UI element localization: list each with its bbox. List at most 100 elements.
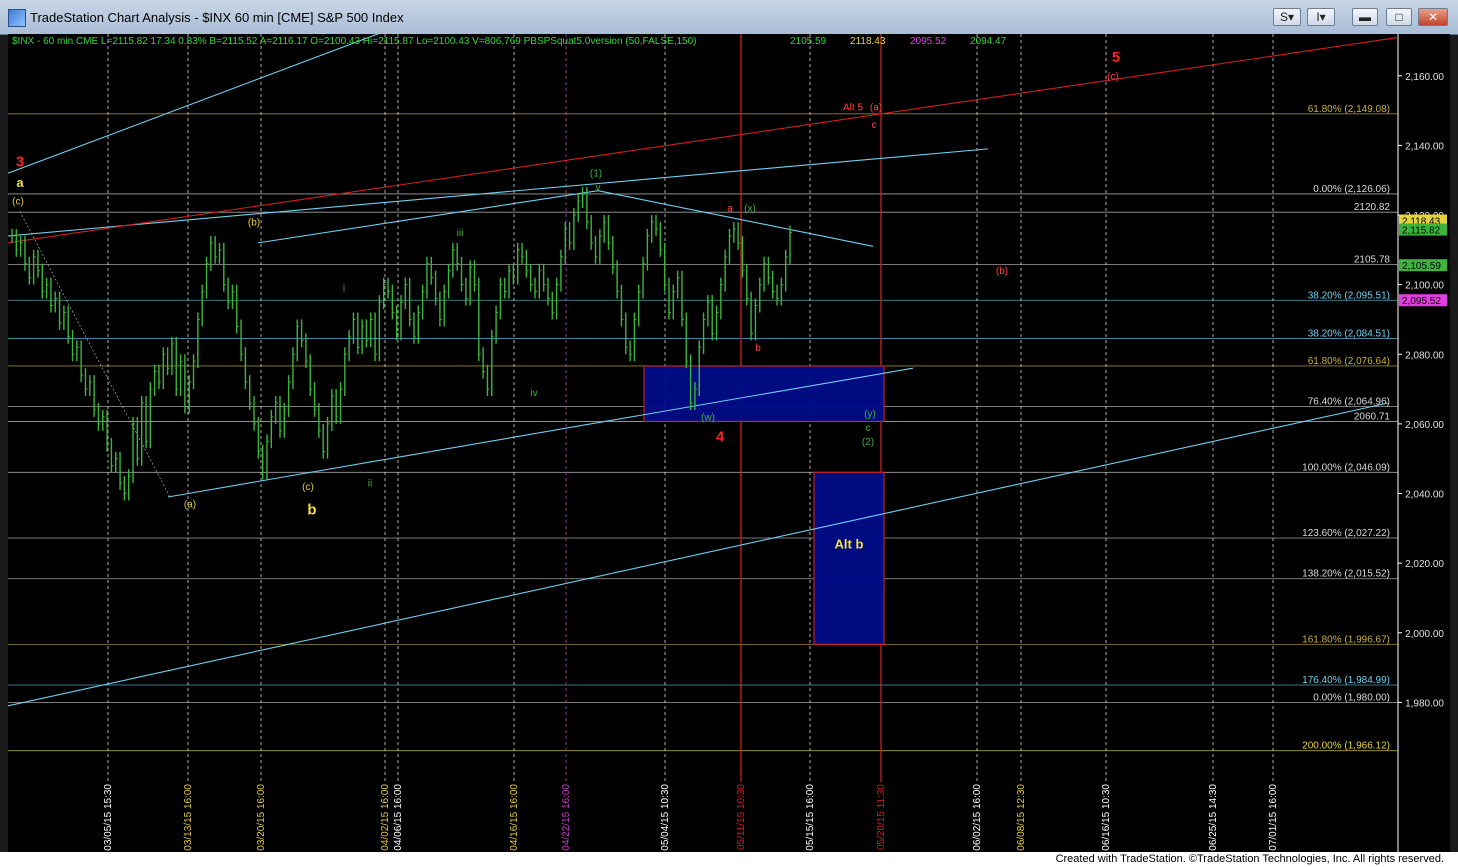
x-tick-label: 05/20/15 11:30 <box>876 784 887 850</box>
wave-label: (y) <box>864 409 876 420</box>
wave-label: a <box>727 204 733 215</box>
title-bar: TradeStation Chart Analysis - $INX 60 mi… <box>0 0 1458 35</box>
channel-line <box>8 34 380 174</box>
i-dropdown-button[interactable]: I▾ <box>1307 8 1335 26</box>
wave-label: (1) <box>590 169 602 180</box>
maximize-icon: □ <box>1395 10 1403 24</box>
wave-label: 5 <box>1112 49 1120 66</box>
y-tick-label: 2,080.00 <box>1405 350 1444 361</box>
channel-line <box>8 148 989 237</box>
y-tick-label: 2,140.00 <box>1405 141 1444 152</box>
x-tick-label: 03/20/15 16:00 <box>256 784 267 851</box>
y-tick-label: 2,060.00 <box>1405 420 1444 431</box>
wave-label: (w) <box>701 412 715 423</box>
x-tick-label: 06/02/15 16:00 <box>972 784 983 851</box>
price-series <box>11 187 792 501</box>
symbol-info-text: 2095.52 <box>910 36 947 47</box>
target-box <box>813 471 885 645</box>
y-tick-label: 2,100.00 <box>1405 281 1444 292</box>
wave-label: (c) <box>12 197 24 208</box>
wave-label: v <box>596 183 601 194</box>
wave-label: (2) <box>862 437 874 448</box>
close-icon: ✕ <box>1427 10 1439 24</box>
x-tick-label: 06/25/15 14:30 <box>1208 784 1219 851</box>
fib-level-label: 76.40% (2,064.96) <box>1308 397 1390 408</box>
price-tag-label: 2,105.59 <box>1402 261 1441 272</box>
x-tick-label: 04/02/15 16:00 <box>380 784 391 851</box>
wave-label: iv <box>530 388 537 399</box>
channel-line <box>8 402 1389 707</box>
wave-label: (x) <box>744 204 756 215</box>
fib-level-label: 38.20% (2,084.51) <box>1308 329 1390 340</box>
wave-label: i <box>343 284 345 295</box>
decline-dashed-line <box>19 211 171 498</box>
symbol-info-text: 2094.47 <box>970 36 1007 47</box>
footer: Created with TradeStation. ©TradeStation… <box>0 852 1458 867</box>
fib-level-label: 61.80% (2,149.08) <box>1308 104 1390 115</box>
x-tick-label: 05/04/15 10:30 <box>660 784 671 851</box>
x-tick-label: 03/05/15 15:30 <box>103 784 114 851</box>
box-label: Alt b <box>835 536 864 551</box>
wave-label: b <box>755 343 761 354</box>
price-chart[interactable]: 61.80% (2,149.08) 0.00% (2,126.06) 2120.82… <box>8 34 1450 852</box>
wave-label: ii <box>368 479 372 490</box>
wave-label: iii <box>457 228 464 239</box>
wave-label: c <box>872 120 877 131</box>
close-button[interactable]: ✕ <box>1418 8 1448 26</box>
x-tick-label: 03/13/15 16:00 <box>183 784 194 851</box>
price-tag-label: 2,095.52 <box>1402 296 1441 307</box>
x-tick-label: 05/15/15 16:00 <box>805 784 816 851</box>
y-tick-label: 2,020.00 <box>1405 559 1444 570</box>
x-tick-label: 04/16/15 16:00 <box>509 784 520 851</box>
wave-label: 3 <box>16 153 24 170</box>
y-tick-label: 1,980.00 <box>1405 698 1444 709</box>
fib-level-label: 2120.82 <box>1354 202 1391 213</box>
wave-label: (b) <box>996 266 1008 277</box>
fib-level-label: 2105.78 <box>1354 255 1391 266</box>
fib-level-label: 2060.71 <box>1354 411 1391 422</box>
wave-label: Alt 5 <box>843 103 863 114</box>
symbol-info-text: $INX - 60 min CME L=2115.82 17.34 0.83% … <box>12 36 696 47</box>
minimize-button[interactable]: ▬ <box>1352 8 1378 26</box>
fib-level-label: 176.40% (1,984.99) <box>1302 675 1390 686</box>
s-dropdown-button[interactable]: S▾ <box>1273 8 1301 26</box>
channel-line <box>597 190 874 247</box>
y-tick-label: 2,000.00 <box>1405 629 1444 640</box>
fib-level-label: 38.20% (2,095.51) <box>1308 290 1390 301</box>
chevron-down-icon: ▾ <box>1287 10 1295 24</box>
fib-level-label: 100.00% (2,046.09) <box>1302 462 1390 473</box>
wave-label: a <box>16 175 24 190</box>
tradestation-app-icon <box>8 9 26 27</box>
x-tick-label: 05/11/15 10:30 <box>736 784 747 850</box>
x-tick-label: 06/08/15 12:30 <box>1016 784 1027 851</box>
maximize-button[interactable]: □ <box>1386 8 1412 26</box>
wave-label: (b) <box>248 217 260 228</box>
symbol-info-text: 2105.59 <box>790 36 827 47</box>
wave-label: (a) <box>184 499 196 510</box>
fib-level-label: 123.60% (2,027.22) <box>1302 528 1390 539</box>
x-tick-label: 04/22/15 16:00 <box>561 784 572 851</box>
chevron-down-icon: ▾ <box>1319 10 1326 24</box>
wave-label: c <box>866 423 871 434</box>
y-tick-label: 2,040.00 <box>1405 490 1444 501</box>
wave-label: 4 <box>716 428 725 445</box>
wave-label: (c) <box>302 482 314 493</box>
chart-area[interactable]: 61.80% (2,149.08) 0.00% (2,126.06) 2120.82… <box>8 34 1450 852</box>
wave-label: (c) <box>1107 71 1119 82</box>
symbol-info-text: 2118.43 <box>850 36 886 47</box>
fib-level-label: 0.00% (1,980.00) <box>1313 692 1390 703</box>
price-tag-label: 2,115.82 <box>1402 226 1441 237</box>
wave-label: b <box>307 501 316 518</box>
fib-level-label: 138.20% (2,015.52) <box>1302 569 1390 580</box>
s-label: S <box>1279 10 1288 24</box>
fib-level-label: 61.80% (2,076.64) <box>1308 356 1390 367</box>
wave-label: (a) <box>870 103 882 114</box>
fib-level-label: 200.00% (1,966.12) <box>1302 741 1390 752</box>
x-tick-label: 04/06/15 16:00 <box>393 784 404 851</box>
x-tick-label: 06/16/15 10:30 <box>1101 784 1112 851</box>
minimize-icon: ▬ <box>1359 10 1371 24</box>
fib-level-label: 0.00% (2,126.06) <box>1313 184 1390 195</box>
fib-level-label: 161.80% (1,996.67) <box>1302 634 1390 645</box>
footer-text: Created with TradeStation. ©TradeStation… <box>1055 853 1444 865</box>
window-title: TradeStation Chart Analysis - $INX 60 mi… <box>30 10 404 25</box>
